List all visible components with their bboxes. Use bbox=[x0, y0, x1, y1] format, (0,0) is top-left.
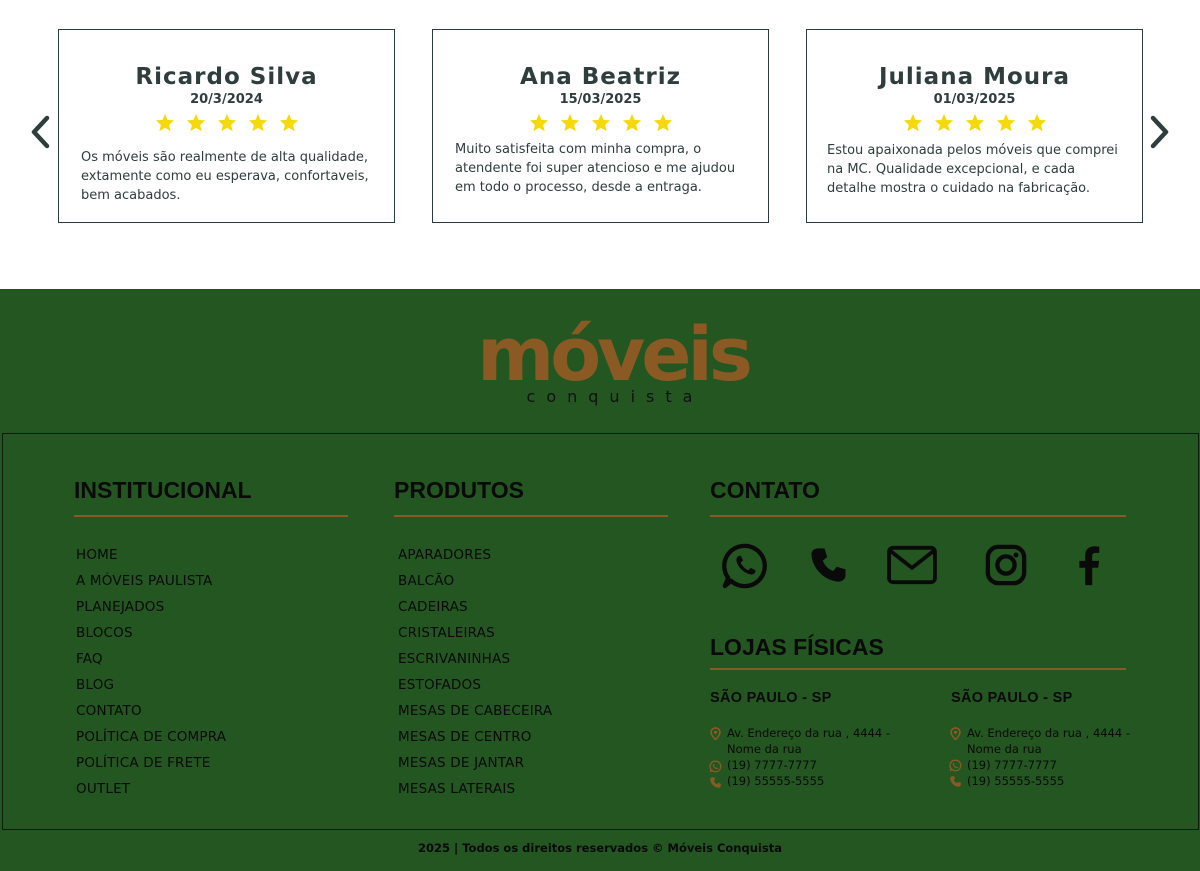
star-rating bbox=[433, 113, 768, 132]
footer-link-mesas-laterais[interactable]: MESAS LATERAIS bbox=[398, 780, 552, 806]
facebook-icon[interactable] bbox=[1071, 542, 1107, 588]
footer-link-home[interactable]: HOME bbox=[76, 546, 226, 572]
chevron-right-icon[interactable] bbox=[1148, 114, 1172, 150]
star-icon bbox=[155, 113, 174, 132]
star-icon bbox=[217, 113, 236, 132]
location-pin-icon bbox=[950, 727, 961, 740]
footer-link-mesas-jantar[interactable]: MESAS DE JANTAR bbox=[398, 754, 552, 780]
review-date: 15/03/2025 bbox=[559, 92, 642, 107]
phone-icon[interactable] bbox=[805, 542, 851, 588]
lojas-title: LOJAS FÍSICAS bbox=[710, 634, 884, 660]
review-text: Muito satisfeita com minha compra, o ate… bbox=[455, 142, 736, 195]
star-icon bbox=[622, 113, 641, 132]
footer-link-escrivaninhas[interactable]: ESCRIVANINHAS bbox=[398, 650, 552, 676]
review-date: 01/03/2025 bbox=[933, 92, 1016, 107]
star-icon bbox=[591, 113, 610, 132]
whatsapp-small-icon bbox=[709, 760, 722, 773]
contato-divider bbox=[710, 515, 1126, 517]
testimonial-card: Ricardo Silva 20/3/2024 Os móveis são re… bbox=[58, 29, 395, 223]
star-icon bbox=[529, 113, 548, 132]
store-phone[interactable]: (19) 55555-5555 bbox=[727, 773, 824, 789]
star-icon bbox=[653, 113, 672, 132]
logo-sub: conquista bbox=[527, 387, 704, 406]
star-icon bbox=[903, 113, 922, 132]
star-icon bbox=[248, 113, 267, 132]
store-city: SÃO PAULO - SP bbox=[710, 690, 832, 706]
footer-link-mesas-cabeceira[interactable]: MESAS DE CABECEIRA bbox=[398, 702, 552, 728]
star-icon bbox=[965, 113, 984, 132]
institucional-title: INSTITUCIONAL bbox=[74, 477, 252, 503]
footer-link-mesas-centro[interactable]: MESAS DE CENTRO bbox=[398, 728, 552, 754]
review-text: Os móveis são realmente de alta qualidad… bbox=[81, 150, 369, 203]
institucional-divider bbox=[74, 515, 348, 517]
whatsapp-small-icon bbox=[949, 759, 962, 772]
footer-link-politica-compra[interactable]: POLÍTICA DE COMPRA bbox=[76, 728, 226, 754]
instagram-icon[interactable] bbox=[984, 542, 1028, 588]
star-icon bbox=[279, 113, 298, 132]
footer-link-politica-frete[interactable]: POLÍTICA DE FRETE bbox=[76, 754, 226, 780]
mail-icon[interactable] bbox=[885, 542, 939, 588]
store-whatsapp[interactable]: (19) 7777-7777 bbox=[727, 757, 817, 773]
store-address-line1: Av. Endereço da rua , 4444 - bbox=[967, 726, 1131, 740]
site-footer: móveis conquista INSTITUCIONAL HOME A MÓ… bbox=[0, 289, 1200, 871]
footer-link-cadeiras[interactable]: CADEIRAS bbox=[398, 598, 552, 624]
star-icon bbox=[560, 113, 579, 132]
star-rating bbox=[807, 113, 1142, 132]
footer-link-blog[interactable]: BLOG bbox=[76, 676, 226, 702]
star-icon bbox=[186, 113, 205, 132]
moveis-conquista-logo[interactable]: móveis conquista bbox=[472, 304, 754, 410]
store-address-line1: Av. Endereço da rua , 4444 - bbox=[727, 726, 891, 740]
produtos-divider bbox=[394, 515, 668, 517]
produtos-links: APARADORES BALCÃO CADEIRAS CRISTALEIRAS … bbox=[398, 546, 552, 806]
logo-word: móveis bbox=[477, 312, 750, 398]
contato-title: CONTATO bbox=[710, 477, 820, 503]
phone-small-icon bbox=[950, 776, 961, 787]
location-pin-icon bbox=[710, 727, 721, 740]
footer-link-contato[interactable]: CONTATO bbox=[76, 702, 226, 728]
review-date: 20/3/2024 bbox=[190, 92, 263, 107]
star-icon bbox=[934, 113, 953, 132]
testimonial-card: Ana Beatriz 15/03/2025 Muito satisfeita … bbox=[432, 29, 769, 223]
footer-link-balcao[interactable]: BALCÃO bbox=[398, 572, 552, 598]
footer-link-faq[interactable]: FAQ bbox=[76, 650, 226, 676]
footer-link-outlet[interactable]: OUTLET bbox=[76, 780, 226, 806]
reviewer-name: Juliana Moura bbox=[878, 64, 1071, 90]
store-address-line2: Nome da rua bbox=[727, 742, 802, 756]
store-whatsapp[interactable]: (19) 7777-7777 bbox=[967, 757, 1057, 773]
star-icon bbox=[996, 113, 1015, 132]
lojas-divider bbox=[710, 668, 1126, 670]
store-city: SÃO PAULO - SP bbox=[951, 690, 1073, 706]
store-address-line2: Nome da rua bbox=[967, 742, 1042, 756]
testimonials-section: Ricardo Silva 20/3/2024 Os móveis são re… bbox=[0, 0, 1200, 289]
footer-links-box: INSTITUCIONAL HOME A MÓVEIS PAULISTA PLA… bbox=[2, 433, 1199, 830]
institucional-links: HOME A MÓVEIS PAULISTA PLANEJADOS BLOCOS… bbox=[76, 546, 226, 806]
testimonial-card: Juliana Moura 01/03/2025 Estou apaixonad… bbox=[806, 29, 1143, 223]
star-icon bbox=[1027, 113, 1046, 132]
reviewer-name: Ana Beatriz bbox=[520, 64, 681, 90]
copyright-text: 2025 | Todos os direitos reservados © Mó… bbox=[418, 841, 782, 855]
footer-link-aparadores[interactable]: APARADORES bbox=[398, 546, 552, 572]
phone-small-icon bbox=[710, 777, 721, 788]
footer-link-a-moveis-paulista[interactable]: A MÓVEIS PAULISTA bbox=[76, 572, 226, 598]
produtos-title: PRODUTOS bbox=[394, 477, 524, 503]
review-text: Estou apaixonada pelos móveis que compre… bbox=[827, 143, 1118, 196]
chevron-left-icon[interactable] bbox=[28, 114, 52, 150]
footer-link-blocos[interactable]: BLOCOS bbox=[76, 624, 226, 650]
footer-link-estofados[interactable]: ESTOFADOS bbox=[398, 676, 552, 702]
star-rating bbox=[59, 113, 394, 132]
reviewer-name: Ricardo Silva bbox=[135, 64, 318, 90]
whatsapp-icon[interactable] bbox=[721, 542, 769, 590]
footer-link-planejados[interactable]: PLANEJADOS bbox=[76, 598, 226, 624]
footer-link-cristaleiras[interactable]: CRISTALEIRAS bbox=[398, 624, 552, 650]
store-phone[interactable]: (19) 55555-5555 bbox=[967, 773, 1064, 789]
